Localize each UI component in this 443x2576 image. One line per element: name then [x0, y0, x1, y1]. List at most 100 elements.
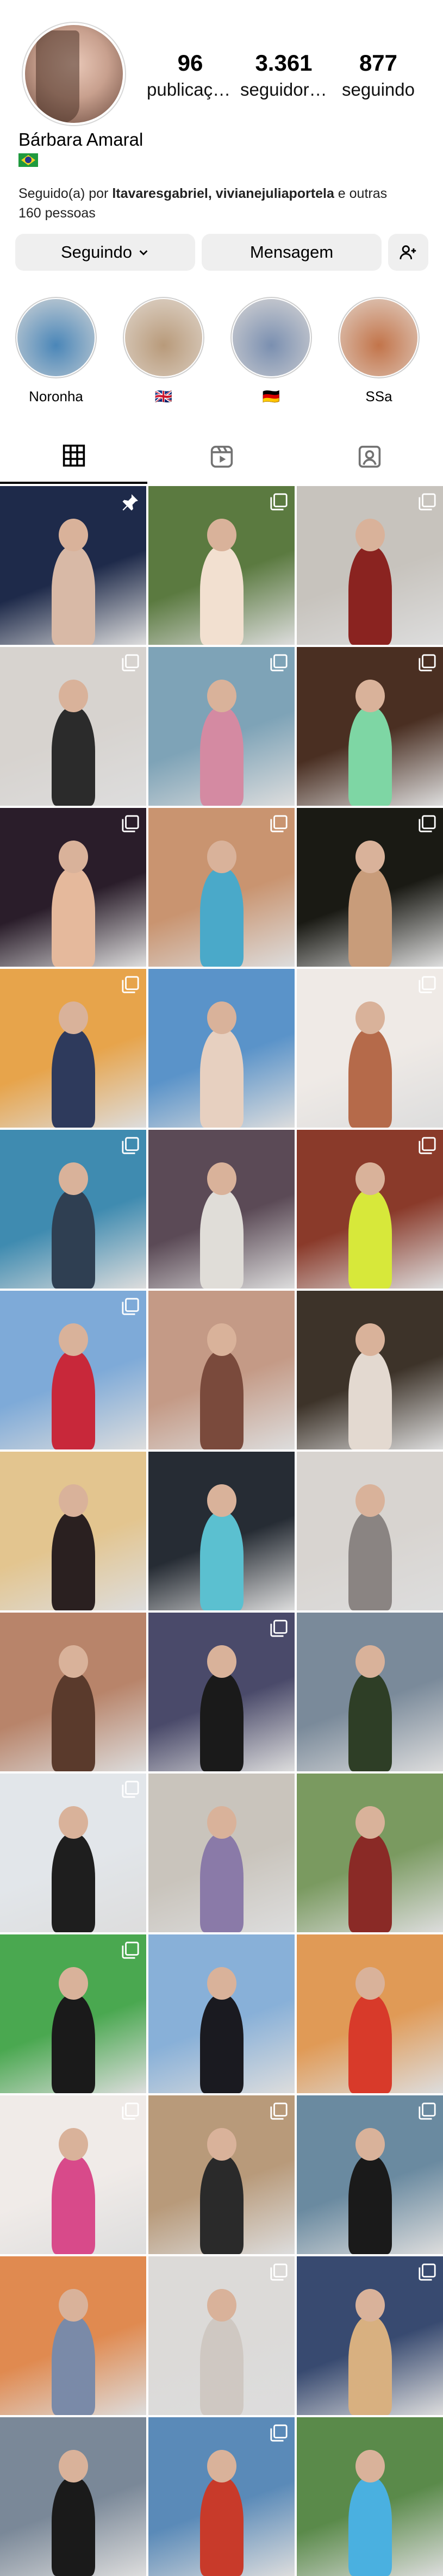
post-subject-head [59, 841, 88, 873]
post-thumbnail[interactable] [297, 1774, 443, 1932]
post-subject [200, 546, 244, 645]
chevron-down-icon [139, 250, 148, 256]
post-subject-head [59, 2289, 88, 2322]
post-thumbnail[interactable] [0, 486, 146, 645]
post-thumbnail[interactable] [0, 1613, 146, 1771]
post-thumbnail[interactable] [297, 1452, 443, 1610]
post-thumbnail[interactable] [148, 1291, 295, 1449]
carousel-icon [270, 2424, 288, 2442]
tab-tagged[interactable] [296, 430, 443, 484]
post-thumbnail[interactable] [0, 2417, 146, 2576]
brazil-flag-icon [18, 153, 38, 167]
post-thumbnail[interactable] [0, 1452, 146, 1610]
carousel-icon [122, 1298, 139, 1315]
profile-header: 96 publicaçõ... 3.361 seguidores 877 seg… [0, 0, 443, 261]
post-thumbnail[interactable] [297, 647, 443, 806]
post-subject-head [355, 1645, 385, 1678]
highlight-cover [340, 299, 417, 376]
highlight-cover [17, 299, 95, 376]
post-subject [200, 1029, 244, 1128]
carousel-icon [419, 1137, 436, 1154]
post-subject [200, 707, 244, 806]
followed-names[interactable]: ltavaresgabriel, vivianejuliaportela [112, 186, 334, 201]
post-thumbnail[interactable] [148, 1934, 295, 2093]
post-thumbnail[interactable] [297, 2095, 443, 2254]
followed-prefix: Seguido(a) por [18, 186, 113, 201]
post-subject [52, 1511, 95, 1610]
carousel-icon [419, 493, 436, 511]
post-thumbnail[interactable] [297, 969, 443, 1128]
carousel-icon [419, 2102, 436, 2120]
highlight-label: SSa [365, 388, 392, 405]
post-thumbnail[interactable] [148, 2095, 295, 2254]
carousel-icon [270, 815, 288, 832]
post-subject [348, 2316, 392, 2415]
post-thumbnail[interactable] [148, 2417, 295, 2576]
post-thumbnail[interactable] [297, 2417, 443, 2576]
post-subject-head [59, 1484, 88, 1517]
post-thumbnail[interactable] [0, 1291, 146, 1449]
carousel-icon [122, 2102, 139, 2120]
pin-icon [122, 494, 138, 511]
following-label: Seguindo [60, 242, 132, 262]
profile-avatar[interactable] [25, 25, 123, 123]
followers-stat[interactable]: 3.361 seguidores [240, 50, 327, 100]
post-thumbnail[interactable] [148, 2256, 295, 2415]
post-thumbnail[interactable] [148, 1774, 295, 1932]
post-thumbnail[interactable] [297, 1130, 443, 1289]
post-subject [200, 2477, 244, 2576]
following-label: seguindo [342, 79, 415, 99]
post-thumbnail[interactable] [297, 808, 443, 967]
tab-posts-grid[interactable] [0, 430, 147, 484]
post-thumbnail[interactable] [148, 1452, 295, 1610]
post-thumbnail[interactable] [148, 647, 295, 806]
post-thumbnail[interactable] [148, 1130, 295, 1289]
post-subject [52, 1672, 95, 1771]
post-thumbnail[interactable] [0, 1934, 146, 2093]
post-thumbnail[interactable] [148, 808, 295, 967]
following-button[interactable]: Seguindo [15, 234, 195, 271]
add-person-icon [400, 245, 416, 259]
post-thumbnail[interactable] [0, 808, 146, 967]
post-subject-head [355, 2450, 385, 2482]
post-thumbnail[interactable] [0, 969, 146, 1128]
post-thumbnail[interactable] [0, 647, 146, 806]
post-thumbnail[interactable] [0, 1774, 146, 1932]
post-subject-head [207, 1484, 236, 1517]
post-subject [348, 1029, 392, 1128]
post-thumbnail[interactable] [297, 1291, 443, 1449]
highlight-item[interactable]: 🇬🇧 [123, 299, 204, 405]
posts-stat[interactable]: 96 publicaçõ... [147, 50, 234, 100]
post-thumbnail[interactable] [0, 1130, 146, 1289]
message-button[interactable]: Mensagem [202, 234, 382, 271]
carousel-icon [419, 2263, 436, 2281]
highlight-item[interactable]: Noronha [15, 299, 97, 405]
carousel-icon [270, 2263, 288, 2281]
highlight-cover [125, 299, 202, 376]
post-thumbnail[interactable] [297, 1613, 443, 1771]
post-subject [200, 1672, 244, 1771]
post-thumbnail[interactable] [0, 2095, 146, 2254]
post-subject-head [59, 1806, 88, 1839]
following-stat[interactable]: 877 seguindo [335, 50, 422, 100]
post-subject-head [355, 519, 385, 551]
highlight-item[interactable]: 🇩🇪 [230, 299, 312, 405]
add-friend-button[interactable] [388, 234, 428, 271]
post-subject [348, 2477, 392, 2576]
post-thumbnail[interactable] [0, 2256, 146, 2415]
post-thumbnail[interactable] [148, 1613, 295, 1771]
post-thumbnail[interactable] [297, 1934, 443, 2093]
post-thumbnail[interactable] [297, 2256, 443, 2415]
highlight-item[interactable]: SSa [338, 299, 420, 405]
post-thumbnail[interactable] [297, 486, 443, 645]
post-subject [348, 546, 392, 645]
followed-by-text[interactable]: Seguido(a) por ltavaresgabriel, vivianej… [18, 184, 410, 223]
tab-reels[interactable] [148, 430, 295, 484]
post-thumbnail[interactable] [148, 486, 295, 645]
post-thumbnail[interactable] [148, 969, 295, 1128]
carousel-icon [419, 976, 436, 993]
post-subject-head [207, 1162, 236, 1195]
profile-name: Bárbara Amaral [18, 129, 143, 150]
post-subject [348, 868, 392, 967]
carousel-icon [122, 654, 139, 671]
